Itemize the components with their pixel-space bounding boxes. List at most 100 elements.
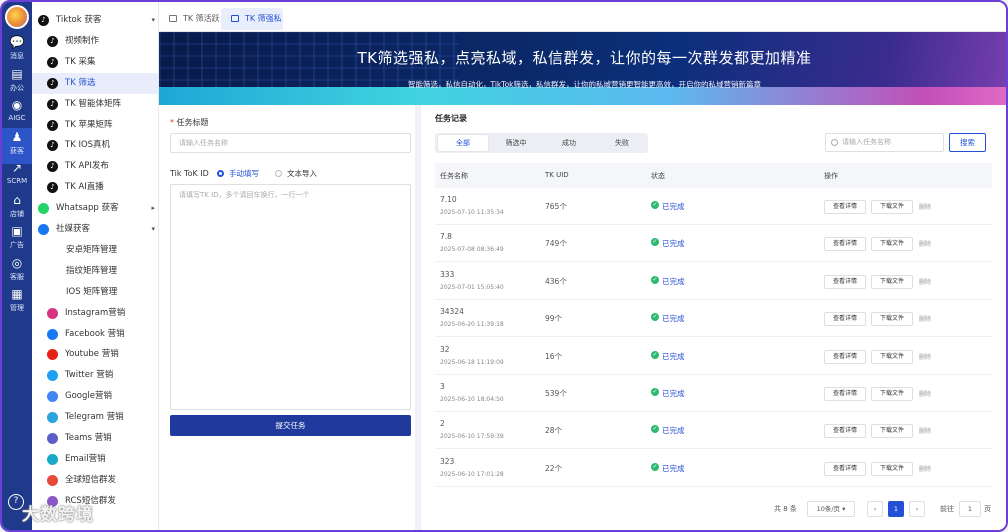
- sidebar-item-11[interactable]: 社媒获客 ▾: [32, 219, 158, 240]
- task-uid-count: 16个: [545, 351, 563, 361]
- search-button[interactable]: 搜索: [949, 133, 986, 152]
- task-date: 2025-07-10 11:35:34: [440, 209, 504, 216]
- task-search-input[interactable]: 请输入任务名称: [825, 133, 944, 152]
- submit-task-button[interactable]: 提交任务: [170, 415, 411, 436]
- sidebar-item-label: TK 采集: [65, 56, 96, 67]
- sidebar-item-1[interactable]: ♪ Tiktok 获客 ▾: [32, 10, 158, 31]
- task-title-input[interactable]: 请输入任务名称: [170, 133, 411, 153]
- chevron-right-icon[interactable]: ▸: [151, 198, 155, 219]
- view-details-button[interactable]: 查看详情: [824, 349, 866, 364]
- delete-link[interactable]: 删除: [919, 426, 931, 435]
- radio-text-import[interactable]: 文本导入: [275, 169, 317, 179]
- tiktok-icon: ♪: [47, 98, 58, 110]
- delete-link[interactable]: 删除: [919, 277, 931, 286]
- task-uid-count: 22个: [545, 463, 563, 473]
- task-date: 2025-06-10 17:59:39: [440, 433, 504, 441]
- sidebar-item-6[interactable]: ♪ TK 苹果矩阵: [32, 115, 158, 136]
- delete-link[interactable]: 删除: [919, 352, 931, 361]
- sidebar-item-16[interactable]: Facebook 营销: [32, 324, 158, 345]
- filter-failed[interactable]: 失败: [597, 135, 647, 151]
- rail-label: 获客: [10, 146, 24, 155]
- sidebar-item-12[interactable]: 安卓矩阵管理: [32, 240, 158, 261]
- download-file-button[interactable]: 下载文件: [871, 461, 913, 476]
- sidebar-item-8[interactable]: ♪ TK API发布: [32, 156, 158, 177]
- sidebar-item-3[interactable]: ♪ TK 采集: [32, 52, 158, 73]
- view-details-button[interactable]: 查看详情: [824, 237, 866, 252]
- radio-manual-entry[interactable]: 手动填写: [217, 169, 259, 179]
- sidebar-item-20[interactable]: Telegram 营销: [32, 407, 158, 428]
- sidebar-item-14[interactable]: IOS 矩阵管理: [32, 282, 158, 303]
- task-name: 3: [440, 382, 445, 391]
- sidebar-item-21[interactable]: Teams 营销: [32, 428, 158, 449]
- sidebar-item-18[interactable]: Twitter 营销: [32, 365, 158, 386]
- sidebar-item-label: 全球短信群发: [65, 474, 117, 485]
- sidebar-item-label: Facebook 营销: [65, 328, 125, 339]
- delete-link[interactable]: 删除: [919, 464, 931, 473]
- sidebar-item-5[interactable]: ♪ TK 智能体矩阵: [32, 94, 158, 115]
- next-page-button[interactable]: ›: [909, 501, 925, 517]
- view-details-button[interactable]: 查看详情: [824, 200, 866, 214]
- store-icon: ⌂: [13, 192, 21, 207]
- view-details-button[interactable]: 查看详情: [824, 424, 866, 439]
- view-details-button[interactable]: 查看详情: [824, 461, 866, 476]
- chevron-down-icon[interactable]: ▾: [151, 219, 155, 240]
- tiktok-icon: ♪: [47, 119, 58, 131]
- tiktok-id-label: Tik ToK ID: [170, 169, 209, 178]
- tiktok-icon: ♪: [47, 140, 58, 152]
- prev-page-button[interactable]: ‹: [867, 501, 883, 517]
- sidebar-item-4[interactable]: ♪ TK 筛选: [32, 72, 158, 94]
- sidebar-item-label: Youtube 营销: [65, 349, 119, 360]
- sidebar-item-19[interactable]: Google营销: [32, 386, 158, 407]
- view-details-button[interactable]: 查看详情: [824, 387, 866, 401]
- sidebar-item-label: 指纹矩阵管理: [66, 265, 118, 276]
- task-date: 2025-07-01 15:05:40: [440, 283, 504, 291]
- download-file-button[interactable]: 下载文件: [871, 200, 913, 214]
- task-name: 32: [440, 344, 450, 354]
- page-size-select[interactable]: 10条/页 ▾: [807, 501, 855, 517]
- tab-tk-strong-private[interactable]: TK 筛强私: [221, 8, 283, 30]
- delete-link[interactable]: 删除: [919, 202, 931, 211]
- goto-page-input[interactable]: 1: [959, 501, 981, 517]
- chevron-down-icon[interactable]: ▾: [151, 10, 155, 31]
- user-avatar[interactable]: [5, 5, 29, 29]
- sidebar-item-2[interactable]: ♪ 视频制作: [32, 31, 158, 52]
- sidebar-item-15[interactable]: Instagram营销: [32, 303, 158, 324]
- goto-label: 前往: [940, 505, 954, 513]
- view-details-button[interactable]: 查看详情: [824, 312, 866, 327]
- sidebar-item-label: Tiktok 获客: [56, 15, 102, 25]
- status-badge: 已完成: [651, 313, 685, 324]
- sidebar-item-13[interactable]: 指纹矩阵管理: [32, 261, 158, 282]
- rail-item-9[interactable]: ▦ 管理: [2, 285, 32, 321]
- chart-icon: ↗: [11, 161, 23, 175]
- delete-link[interactable]: 删除: [919, 389, 931, 398]
- download-file-button[interactable]: 下载文件: [871, 424, 913, 439]
- rail-label: 消息: [10, 52, 24, 60]
- sidebar-item-22[interactable]: Email营销: [32, 449, 158, 470]
- status-filter-tabs: 全部 筛选中 成功 失败: [435, 133, 648, 153]
- download-file-button[interactable]: 下载文件: [871, 349, 913, 364]
- download-file-button[interactable]: 下载文件: [871, 312, 913, 327]
- rail-label: AIGC: [8, 114, 26, 122]
- filter-all[interactable]: 全部: [438, 135, 488, 151]
- sidebar-item-9[interactable]: ♪ TK AI直播: [32, 177, 158, 198]
- delete-link[interactable]: 删除: [919, 239, 931, 248]
- view-details-button[interactable]: 查看详情: [824, 274, 866, 289]
- tiktok-id-textarea[interactable]: 请填写TK ID，多个请回车换行，一行一个: [170, 184, 411, 410]
- table-row: 333 2025-07-01 15:05:40 436个 已完成 查看详情下载文件删除: [435, 263, 992, 300]
- tiktok-icon: ♪: [38, 15, 49, 26]
- delete-link[interactable]: 删除: [919, 314, 931, 323]
- current-page-button[interactable]: 1: [888, 501, 904, 517]
- download-file-button[interactable]: 下载文件: [871, 237, 913, 252]
- sidebar-item-23[interactable]: 全球短信群发: [32, 470, 158, 491]
- sidebar-item-label: TK 苹果矩阵: [65, 119, 113, 130]
- sidebar-item-17[interactable]: Youtube 营销: [32, 344, 158, 365]
- download-file-button[interactable]: 下载文件: [871, 387, 913, 401]
- tab-tk-active[interactable]: TK 筛活跃: [159, 8, 221, 30]
- sidebar-item-10[interactable]: Whatsapp 获客 ▸: [32, 198, 158, 219]
- filter-screening[interactable]: 筛选中: [491, 135, 541, 151]
- filter-success[interactable]: 成功: [544, 135, 594, 151]
- download-file-button[interactable]: 下载文件: [871, 274, 913, 289]
- sidebar-item-label: 社媒获客: [56, 224, 91, 234]
- sidebar-item-7[interactable]: ♪ TK IOS真机: [32, 135, 158, 156]
- sidebar-item-label: TK API发布: [65, 161, 109, 172]
